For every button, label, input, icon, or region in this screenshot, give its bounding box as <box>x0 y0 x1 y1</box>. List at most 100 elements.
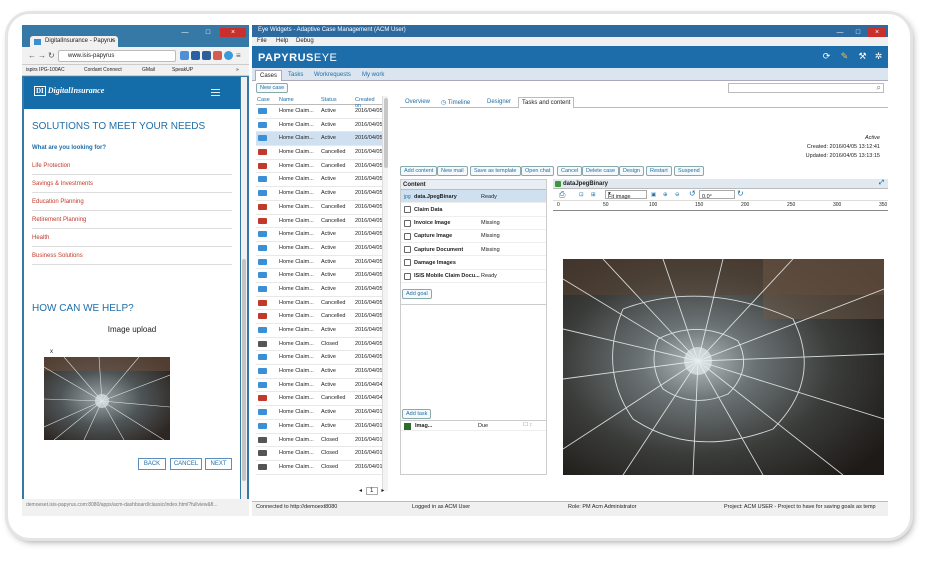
zoom-fit-icon[interactable]: ⊡ <box>579 192 584 198</box>
table-row[interactable]: Home Claim... Active 2016/04/05 <box>256 119 383 133</box>
tab-timeline[interactable]: ◷ Timeline <box>438 97 473 108</box>
menu-help[interactable]: Help <box>276 38 288 44</box>
product-link[interactable]: Business Solutions <box>32 247 232 265</box>
back-button[interactable]: BACK <box>138 458 166 470</box>
back-arrow-icon[interactable]: ← <box>28 51 36 60</box>
product-link[interactable]: Education Planning <box>32 193 232 211</box>
table-row[interactable]: Home Claim... Active 2016/04/05 <box>256 351 383 366</box>
column-header[interactable]: Status <box>321 97 337 103</box>
tab-workrequests[interactable]: Workrequests <box>310 70 355 81</box>
cancel-button[interactable]: CANCEL <box>170 458 202 470</box>
expand-icon[interactable]: ⤢ <box>879 180 884 187</box>
new-case-button[interactable]: New case <box>256 83 289 93</box>
next-button[interactable]: NEXT <box>205 458 232 470</box>
notes-icon[interactable]: ✎ <box>840 52 849 61</box>
table-row[interactable]: Home Claim... Closed 2016/04/05 <box>256 338 383 352</box>
window-close-button[interactable]: × <box>220 28 246 37</box>
cancel-case-button[interactable]: Cancel <box>557 166 583 176</box>
task-row[interactable]: Imag... Due ☐ ↕ <box>401 420 546 431</box>
product-link[interactable]: Retirement Planning <box>32 211 232 229</box>
product-link[interactable]: Life Protection <box>32 157 232 175</box>
table-row[interactable]: Home Claim... Cancelled 2016/04/05 <box>256 201 383 215</box>
print-icon[interactable]: ⎙ <box>559 190 565 200</box>
extension-icon[interactable] <box>180 51 189 60</box>
suspend-button[interactable]: Suspend <box>674 166 704 176</box>
column-header[interactable]: Name <box>279 97 294 103</box>
tab-designer[interactable]: Designer <box>484 97 514 108</box>
table-row[interactable]: Home Claim... Cancelled 2016/04/05 <box>256 310 383 324</box>
chrome-menu-icon[interactable]: ≡ <box>236 51 241 60</box>
forward-arrow-icon[interactable]: → <box>38 51 46 60</box>
previous-page-icon[interactable]: ◂ <box>359 488 362 494</box>
table-row[interactable]: Home Claim... Cancelled 2016/04/05 <box>256 146 383 160</box>
tab-overview[interactable]: Overview <box>402 97 433 108</box>
list-item[interactable]: Damage Images <box>401 256 546 270</box>
extension-icon[interactable] <box>213 51 222 60</box>
extension-icon[interactable] <box>202 51 211 60</box>
page-scrollbar[interactable] <box>241 77 247 499</box>
add-goal-button[interactable]: Add goal <box>402 289 432 299</box>
window-minimize-button[interactable]: — <box>832 28 848 37</box>
rotation-input[interactable]: 0.0° <box>699 190 735 200</box>
table-row[interactable]: Home Claim... Active 2016/04/05 <box>256 324 383 338</box>
remove-image-icon[interactable]: x <box>50 349 53 355</box>
table-row[interactable]: Home Claim... Cancelled 2016/04/05 <box>256 297 383 311</box>
delete-case-button[interactable]: Delete case <box>582 166 620 176</box>
design-button[interactable]: Design <box>619 166 645 176</box>
product-link[interactable]: Savings & Investments <box>32 175 232 193</box>
menu-debug[interactable]: Debug <box>296 38 314 44</box>
table-row[interactable]: Home Claim... Closed 2016/04/01 <box>256 434 383 448</box>
rotate-right-icon[interactable]: ↻ <box>737 189 744 198</box>
task-options[interactable]: ☐ ↕ <box>523 422 532 428</box>
table-row[interactable]: Home Claim... Cancelled 2016/04/05 <box>256 160 383 174</box>
address-bar[interactable]: www.isis-papyrus <box>58 50 176 62</box>
reload-icon[interactable]: ↻ <box>48 51 55 60</box>
table-row[interactable]: Home Claim... Cancelled 2016/04/04 <box>256 392 383 407</box>
tab-my-work[interactable]: My work <box>358 70 388 81</box>
tools-icon[interactable]: ⚒ <box>858 52 867 61</box>
table-row[interactable]: Home Claim... Active 2016/04/05 <box>256 242 383 256</box>
hamburger-menu-icon[interactable] <box>211 89 220 98</box>
list-item[interactable]: jpg data.JpegBinary Ready <box>401 190 546 204</box>
tab-tasks-and-content[interactable]: Tasks and content <box>518 97 575 108</box>
column-header[interactable]: Case <box>257 97 270 103</box>
bookmark-item[interactable]: GMail <box>142 67 155 73</box>
bookmark-item[interactable]: SpeakUP <box>172 67 193 73</box>
refresh-icon[interactable]: ⟳ <box>822 52 831 61</box>
table-row[interactable]: Home Claim... Active 2016/04/05 <box>256 105 383 119</box>
save-as-template-button[interactable]: Save as template <box>470 166 521 176</box>
list-item[interactable]: Capture Image Missing <box>401 230 546 244</box>
table-row[interactable]: Home Claim... Active 2016/04/05 <box>256 365 383 379</box>
list-item[interactable]: Claim Data <box>401 203 546 217</box>
window-maximize-button[interactable]: □ <box>850 28 866 37</box>
product-link[interactable]: Health <box>32 229 232 247</box>
close-tab-icon[interactable]: × <box>110 38 114 44</box>
page-number-input[interactable]: 1 <box>365 487 378 495</box>
list-item[interactable]: Capture Document Missing <box>401 243 546 257</box>
extension-icon[interactable] <box>224 51 233 60</box>
table-row[interactable]: Home Claim... Active 2016/04/04 <box>256 379 383 393</box>
settings-icon[interactable]: ✲ <box>874 52 883 61</box>
bookmark-item[interactable]: Cordant Connect <box>84 67 122 73</box>
tab-cases[interactable]: Cases <box>255 70 283 81</box>
cases-scrollbar[interactable] <box>382 96 388 491</box>
window-close-button[interactable]: × <box>868 28 886 37</box>
zoom-in-icon[interactable]: ⊕ <box>663 192 668 198</box>
tab-tasks[interactable]: Tasks <box>284 70 307 81</box>
extension-icon[interactable] <box>191 51 200 60</box>
window-maximize-button[interactable]: □ <box>197 28 219 37</box>
open-chat-button[interactable]: Open chat <box>521 166 555 176</box>
rotate-left-icon[interactable]: ↺ <box>689 189 696 198</box>
menu-file[interactable]: File <box>257 38 267 44</box>
table-row[interactable]: Home Claim... Active 2016/04/01 <box>256 420 383 434</box>
table-row[interactable]: Home Claim... Active 2016/04/05 <box>256 173 383 188</box>
search-input[interactable]: ⌕ <box>728 83 884 93</box>
window-minimize-button[interactable]: — <box>174 28 196 37</box>
zoom-page-icon[interactable]: ⊞ <box>591 192 596 198</box>
list-item[interactable]: Invoice Image Missing <box>401 217 546 230</box>
image-icon[interactable]: ▣ <box>651 192 656 198</box>
bookmark-item[interactable]: ispirs IPG-100AC <box>26 67 65 73</box>
new-mail-button[interactable]: New mail <box>437 166 468 176</box>
table-row[interactable]: Home Claim... Active 2016/04/05 <box>256 256 383 270</box>
table-row[interactable]: Home Claim... Active 2016/04/01 <box>256 406 383 420</box>
